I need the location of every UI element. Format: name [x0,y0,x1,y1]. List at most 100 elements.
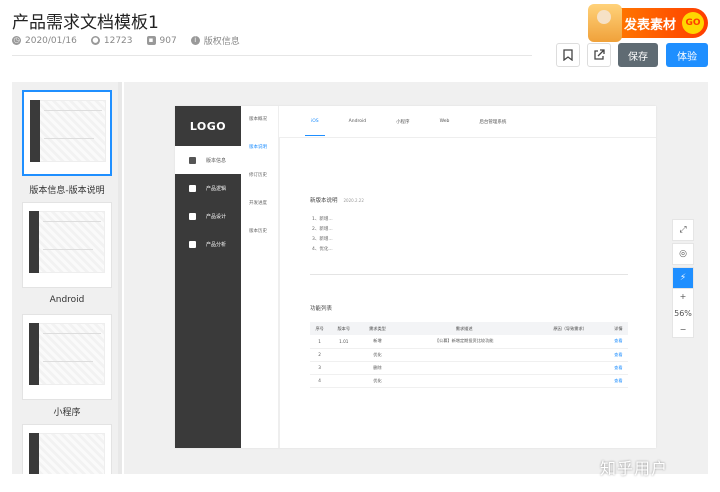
table-cell [531,374,609,388]
prototype-content: 新版本说明 2020.2.22 1、新增... 2、新增... 3、新增... 4… [279,138,656,448]
prototype-tabs: iOS Android 小程序 Web 后台管理系统 [279,106,656,138]
feature-table: 序号 版本号 需求类型 需求描述 原因（导致需求） 详情 1 1.01 新增 【… [310,322,628,388]
table-cell [396,361,532,375]
share-button[interactable] [587,43,611,67]
thumbnail-label: 版本信息-版本说明 [29,186,105,196]
table-cell [531,361,609,375]
prototype-sidebar: LOGO 版本信息 产品逻辑 产品设计 产品分析 [175,106,241,448]
table-header: 版本号 [329,322,359,335]
info-icon: i [190,36,200,45]
pencil-icon [189,212,196,220]
table-row: 3 删除 查看 [310,361,628,375]
subnav-item[interactable]: 版本概况 [241,106,278,134]
subnav-item[interactable]: 版本历史 [241,218,278,246]
thumbnail-android[interactable] [22,202,112,288]
thumbnail-miniprogram[interactable] [22,314,112,400]
list-item: 4、优化... [312,247,333,252]
thumbnail-line [44,138,94,139]
table-row: 1 1.01 新增 【公募】新增定期投资比较功能 查看 [310,335,628,349]
prototype-nav-item[interactable]: 产品分析 [175,230,241,258]
header-divider [12,55,532,56]
eye-icon: ● [90,36,100,45]
prototype-nav-item[interactable]: 产品设计 [175,202,241,230]
subnav-item[interactable]: 版本说明 [241,134,278,162]
prototype-nav-item[interactable]: 版本信息 [175,146,241,174]
thumbnail-sidebar [29,433,39,474]
zoom-in-button[interactable]: + [680,292,687,301]
table-cell: 删除 [358,361,397,375]
thumbnail-label: 小程序 [53,408,81,418]
table-header: 详情 [608,322,628,335]
view-link[interactable]: 查看 [608,361,628,375]
thumbnail-label: Android [49,295,85,305]
table-cell: 优化 [358,348,397,362]
thumbnail-line [43,333,101,334]
zoom-out-button[interactable]: − [680,325,687,334]
publish-promo-banner[interactable]: 发表素材 GO [588,4,708,42]
chart-icon [189,240,196,248]
license-meta[interactable]: i 版权信息 [190,34,240,47]
thumbnail-sidebar [29,211,39,273]
save-button[interactable]: 保存 [618,43,658,67]
thumbnail-version-info[interactable] [22,90,112,176]
try-button[interactable]: 体验 [666,43,708,67]
table-cell: 2 [310,348,330,362]
page-title: 产品需求文档模板1 [12,13,159,33]
tab-ios[interactable]: iOS [305,119,325,136]
section-date: 2020.2.22 [343,198,364,203]
table-cell: 新增 [358,335,397,349]
expand-icon: ⤢ [679,225,687,235]
zoom-level: 56% [674,308,692,318]
view-link[interactable]: 查看 [608,348,628,362]
nav-label: 产品分析 [206,241,227,248]
tab-admin[interactable]: 后台管理系统 [479,119,506,125]
gift-icon: ▪ [146,36,156,45]
page-thumbnail-list[interactable]: 版本信息-版本说明 Android 小程序 [12,82,122,474]
lightning-icon: ⚡ [679,273,687,283]
subnav-item[interactable]: 修订历史 [241,162,278,190]
table-row: 4 优化 查看 [310,374,628,388]
bookmark-button[interactable] [556,43,580,67]
subnav-item[interactable]: 开发进度 [241,190,278,218]
table-cell: 3 [310,361,330,375]
prototype-logo: LOGO [189,119,227,133]
zoom-control: + 56% − [672,288,694,338]
table-cell: 优化 [358,374,397,388]
section-title: 新版本说明 2020.2.22 [310,196,364,204]
thumbnail-line [43,221,101,222]
thumbnail-scrollbar[interactable] [118,82,122,474]
views-meta: ● 12723 [90,35,133,46]
quick-mode-button[interactable]: ⚡ [672,267,694,289]
table-cell [329,348,359,362]
tab-miniprogram[interactable]: 小程序 [396,119,410,125]
view-link[interactable]: 查看 [608,335,628,349]
table-cell [531,335,609,349]
view-link[interactable]: 查看 [608,374,628,388]
table-header: 需求描述 [396,322,532,335]
table-cell [531,348,609,362]
promo-go-badge: GO [682,12,704,34]
meta-bar: ◷ 2020/01/16 ● 12723 ▪ 907 i 版权信息 [12,34,240,47]
locate-button[interactable]: ◎ [672,243,694,265]
count-meta: ▪ 907 [146,34,177,47]
table-cell [329,361,359,375]
table-cell: 4 [310,374,330,388]
thumbnail-preview [29,433,105,474]
fullscreen-button[interactable]: ⤢ [672,219,694,241]
thumbnail-sidebar [29,323,39,385]
section-title: 功能列表 [310,306,333,312]
section-divider [310,274,628,275]
tab-android[interactable]: Android [349,119,366,124]
thumbnail-sidebar [30,100,40,162]
thumbnail-line [43,361,93,362]
table-cell: 1 [310,335,330,349]
thumbnail-next[interactable] [22,424,112,474]
watermark: 知乎用户 [600,459,669,478]
table-cell: 1.01 [329,335,359,349]
tab-web[interactable]: Web [440,119,450,124]
design-canvas[interactable]: LOGO 版本信息 产品逻辑 产品设计 产品分析 版本概况 版本说明 修订历史 … [124,82,708,474]
promo-text: 发表素材 [623,17,676,33]
share-icon [594,49,605,60]
table-header: 需求类型 [358,322,397,335]
prototype-nav-item[interactable]: 产品逻辑 [175,174,241,202]
